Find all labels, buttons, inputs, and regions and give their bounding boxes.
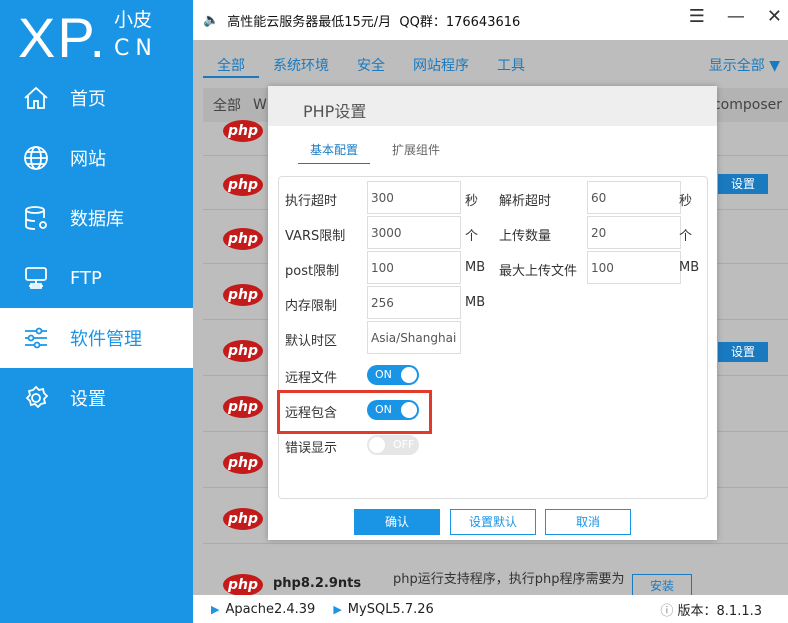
logo: XP. 小皮 CN — [18, 6, 158, 69]
play-icon: ▶ — [211, 602, 220, 616]
gear-icon — [22, 384, 50, 412]
php-logo: php — [223, 120, 263, 142]
play-icon: ▶ — [333, 602, 342, 616]
filter-composer[interactable]: composer — [713, 97, 782, 113]
minimize-icon[interactable]: — — [727, 6, 745, 27]
tab-system[interactable]: 系统环境 — [259, 50, 343, 78]
sliders-icon — [22, 324, 50, 352]
php-logo: php — [223, 228, 263, 250]
sidebar-item-ftp[interactable]: FTP — [0, 248, 193, 308]
tab-all[interactable]: 全部 — [203, 50, 259, 78]
close-icon[interactable]: ✕ — [767, 6, 782, 27]
settings-button[interactable]: 设置 — [718, 174, 768, 194]
apache-service[interactable]: ▶ Apache2.4.39 — [211, 602, 315, 617]
notice-text: 高性能云服务器最低15元/月 QQ群：176643616 — [227, 14, 521, 30]
tab-basic-config[interactable]: 基本配置 — [298, 141, 371, 164]
tab-tools[interactable]: 工具 — [483, 50, 539, 78]
remote-file-toggle[interactable]: ON — [367, 365, 419, 385]
sidebar-item-database[interactable]: 数据库 — [0, 188, 193, 248]
sidebar-item-settings[interactable]: 设置 — [0, 368, 193, 428]
php-logo: php — [223, 284, 263, 306]
parse-timeout-input[interactable]: 60 — [587, 181, 681, 214]
info-icon: ⓘ — [660, 603, 678, 619]
speaker-icon: 🔈 — [203, 12, 220, 28]
filter-w[interactable]: W — [253, 97, 267, 113]
php-logo: php — [223, 452, 263, 474]
cancel-button[interactable]: 取消 — [545, 509, 631, 535]
dialog-title: PHP设置 — [268, 86, 717, 126]
home-icon — [22, 84, 50, 112]
php-logo: php — [223, 508, 263, 530]
error-display-toggle[interactable]: OFF — [367, 435, 419, 455]
status-bar: ▶ Apache2.4.39 ▶ MySQL5.7.26 ⓘ 版本：8.1.1.3 — [211, 601, 762, 619]
database-icon — [22, 204, 50, 232]
vars-limit-input[interactable]: 3000 — [367, 216, 461, 249]
tab-security[interactable]: 安全 — [343, 50, 399, 78]
config-panel: 执行超时 300 秒 解析超时 60 秒 VARS限制 3000 个 上传数量 … — [278, 176, 708, 499]
globe-icon — [22, 144, 50, 172]
sidebar-item-website[interactable]: 网站 — [0, 128, 193, 188]
ftp-icon — [22, 264, 50, 292]
sidebar-item-software[interactable]: 软件管理 — [0, 308, 193, 368]
install-button[interactable]: 安装 — [632, 574, 692, 595]
upload-count-input[interactable]: 20 — [587, 216, 681, 249]
highlight-box — [277, 390, 432, 434]
php-logo: php — [223, 340, 263, 362]
php-logo: php — [223, 396, 263, 418]
timezone-input[interactable]: Asia/Shanghai — [367, 321, 461, 354]
menu-icon[interactable]: ☰ — [689, 6, 705, 27]
tab-website-apps[interactable]: 网站程序 — [399, 50, 483, 78]
confirm-button[interactable]: 确认 — [354, 509, 440, 535]
memory-limit-input[interactable]: 256 — [367, 286, 461, 319]
max-upload-input[interactable]: 100 — [587, 251, 681, 284]
mysql-service[interactable]: ▶ MySQL5.7.26 — [333, 602, 433, 617]
software-row: php php8.2.9nts php运行支持程序，执行php程序需要为 安装 — [203, 548, 788, 595]
php-logo: php — [223, 574, 263, 595]
set-default-button[interactable]: 设置默认 — [450, 509, 536, 535]
sidebar: XP. 小皮 CN 首页 网站 数据库 FTP 软件管理 设置 — [0, 0, 193, 623]
sidebar-item-home[interactable]: 首页 — [0, 68, 193, 128]
settings-button[interactable]: 设置 — [718, 342, 768, 362]
post-limit-input[interactable]: 100 — [367, 251, 461, 284]
topbar: 🔈 高性能云服务器最低15元/月 QQ群：176643616 ☰ — ✕ — [193, 0, 788, 40]
tab-extensions[interactable]: 扩展组件 — [380, 141, 452, 164]
show-all-dropdown[interactable]: 显示全部 ▼ — [709, 55, 780, 75]
php-settings-dialog: PHP设置 基本配置 扩展组件 执行超时 300 秒 解析超时 60 秒 VAR… — [268, 86, 717, 540]
exec-timeout-input[interactable]: 300 — [367, 181, 461, 214]
php-logo: php — [223, 174, 263, 196]
filter-all[interactable]: 全部 — [213, 95, 241, 115]
